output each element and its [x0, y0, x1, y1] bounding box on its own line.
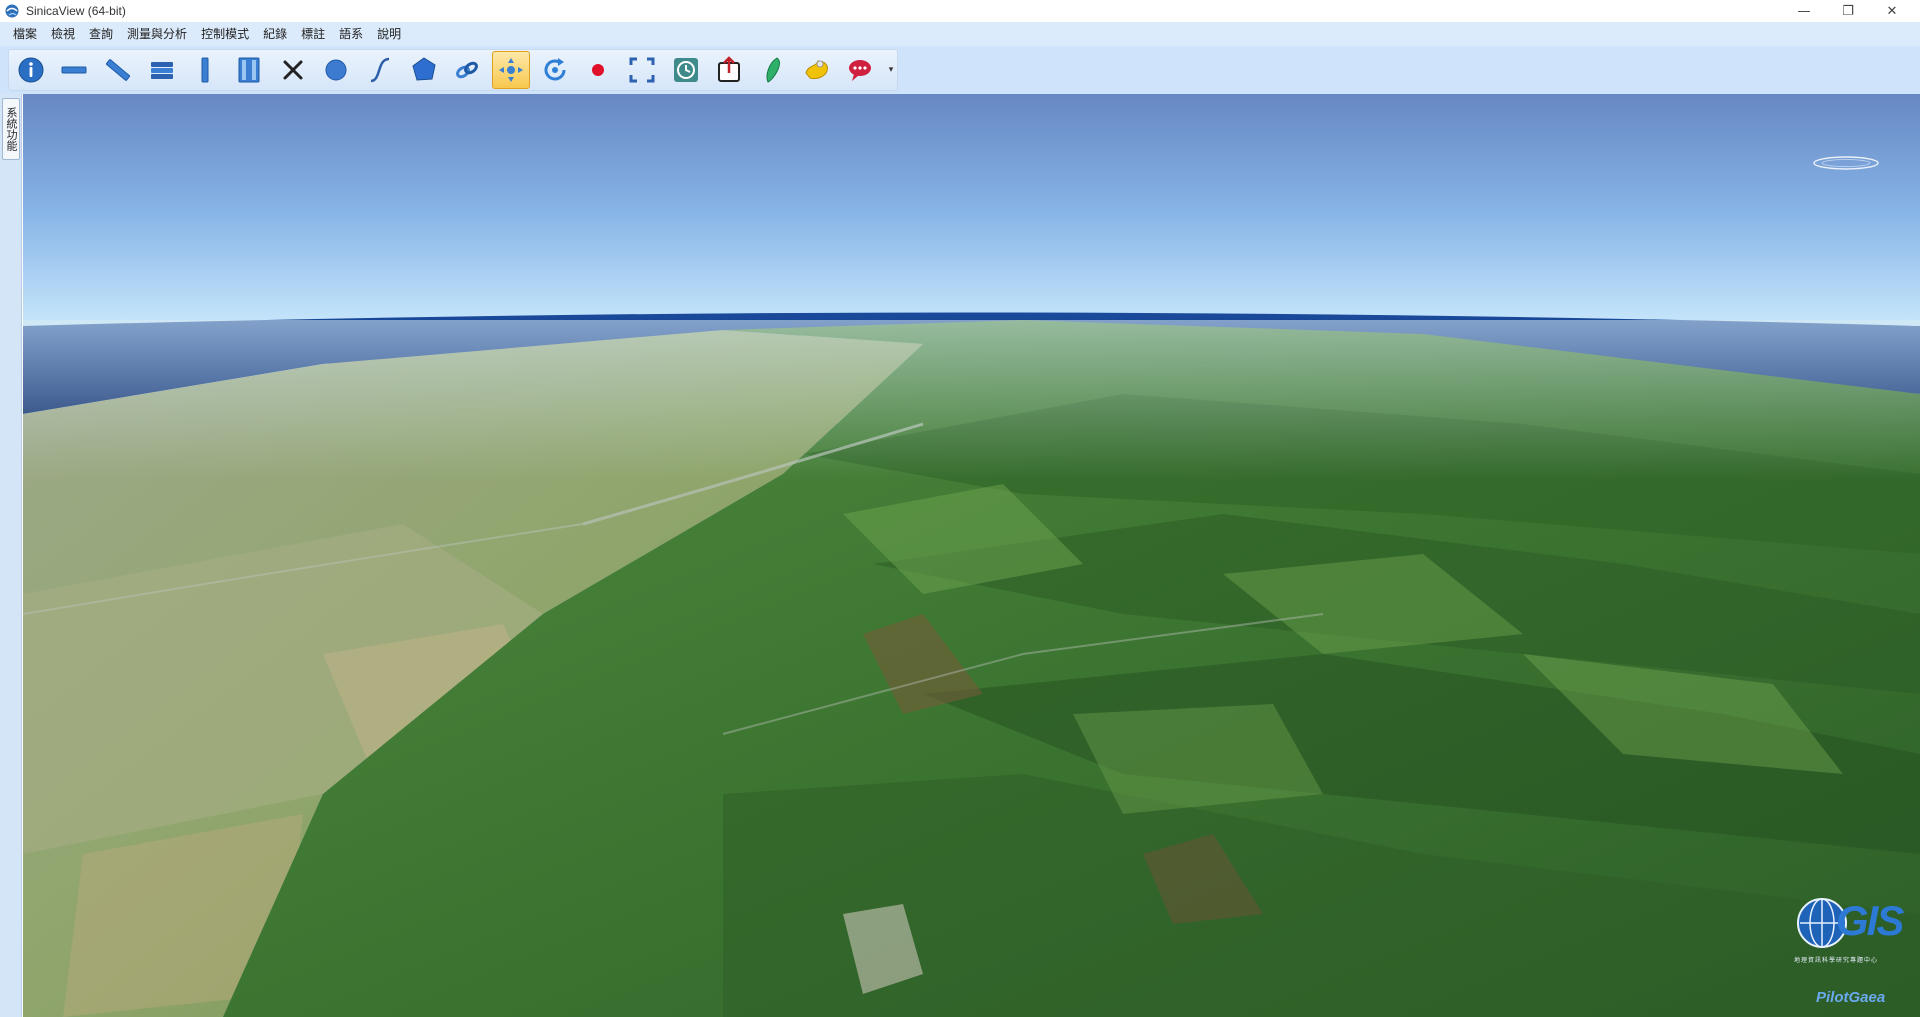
title-bar: SinicaView (64-bit) — ❐ ✕ [0, 0, 1920, 22]
draw-circle-button[interactable] [318, 51, 356, 89]
polygon-icon [412, 57, 436, 81]
region-map-button[interactable] [798, 51, 836, 89]
rotate-button[interactable] [536, 51, 574, 89]
side-tab-system-functions[interactable]: 系統功能 [2, 98, 20, 160]
menu-language[interactable]: 語系 [332, 23, 370, 45]
horizontal-bar-icon [61, 66, 87, 74]
app-logo-icon [4, 3, 20, 19]
rotate-icon [544, 58, 566, 81]
logo-brand: PilotGaea [1816, 989, 1886, 1006]
toolbar-strip: ▾ [8, 49, 898, 91]
menu-record[interactable]: 紀錄 [256, 23, 294, 45]
draw-polygon-button[interactable] [405, 51, 443, 89]
globe-viewport[interactable]: GIS 地理資訊科學研究專題中心 PilotGaea [23, 94, 1920, 1017]
vertical-bar-icon [201, 57, 209, 83]
info-icon [18, 57, 44, 83]
record-icon [592, 64, 605, 76]
layers-button[interactable] [143, 51, 181, 89]
diagonal-ruler-icon [106, 59, 131, 81]
history-button[interactable] [667, 51, 705, 89]
export-icon [718, 56, 741, 82]
minimize-button[interactable]: — [1782, 0, 1826, 22]
fullscreen-button[interactable] [623, 51, 661, 89]
app-window: SinicaView (64-bit) — ❐ ✕ 檔案 檢視 查詢 測量與分析… [0, 0, 1920, 1017]
measure-horizontal-button[interactable] [56, 51, 94, 89]
side-tab-label: 系統功能 [5, 107, 18, 151]
pan-navigate-icon [499, 58, 524, 82]
clear-button[interactable] [274, 51, 312, 89]
record-button[interactable] [580, 51, 618, 89]
circle-icon [325, 59, 347, 81]
comment-button[interactable] [841, 51, 879, 89]
menu-file[interactable]: 檔案 [6, 23, 44, 45]
stacked-layers-icon [150, 62, 173, 79]
toolbar: ▾ [0, 46, 1920, 94]
menu-query[interactable]: 查詢 [82, 23, 120, 45]
history-clock-icon [673, 58, 698, 82]
export-button[interactable] [711, 51, 749, 89]
menu-annotate[interactable]: 標註 [294, 23, 332, 45]
logo-caption: 地理資訊科學研究專題中心 [1794, 957, 1879, 964]
side-panel: 系統功能 [0, 94, 22, 1017]
split-view-button[interactable] [230, 51, 268, 89]
close-window-button[interactable]: ✕ [1870, 0, 1914, 22]
menu-measure-analysis[interactable]: 測量與分析 [120, 23, 194, 45]
map-region-icon [805, 60, 828, 80]
restore-button[interactable]: ❐ [1826, 0, 1870, 22]
taiwan-map-button[interactable] [754, 51, 792, 89]
link-button[interactable] [449, 51, 487, 89]
measure-distance-button[interactable] [99, 51, 137, 89]
chat-bubble-icon [849, 60, 872, 81]
window-title: SinicaView (64-bit) [26, 4, 126, 18]
close-x-icon [283, 60, 303, 80]
split-panel-icon [238, 57, 260, 83]
link-chain-icon [456, 61, 479, 79]
compass-ring-icon[interactable] [1811, 154, 1881, 172]
terrain-scene [23, 94, 1920, 1017]
info-button[interactable] [12, 51, 50, 89]
gis-logo: GIS 地理資訊科學研究專題中心 PilotGaea [1788, 887, 1920, 1017]
pan-navigate-button[interactable] [492, 51, 530, 89]
draw-curve-button[interactable] [361, 51, 399, 89]
menu-bar: 檔案 檢視 查詢 測量與分析 控制模式 紀錄 標註 語系 說明 [0, 22, 1920, 46]
measure-vertical-button[interactable] [187, 51, 225, 89]
menu-control-mode[interactable]: 控制模式 [194, 23, 256, 45]
leaf-taiwan-icon [766, 57, 780, 83]
menu-help[interactable]: 說明 [370, 23, 408, 45]
menu-view[interactable]: 檢視 [44, 23, 82, 45]
fullscreen-icon [629, 57, 655, 83]
curve-line-icon [370, 57, 390, 83]
toolbar-overflow-dropdown[interactable]: ▾ [885, 51, 897, 89]
logo-text: GIS [1836, 897, 1904, 944]
